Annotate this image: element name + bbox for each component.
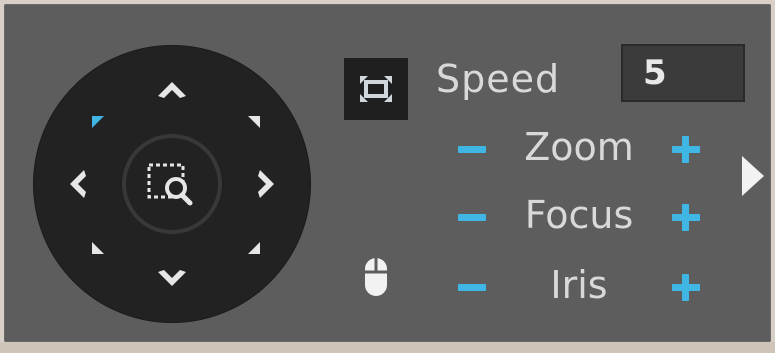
mouse-icon[interactable] <box>362 256 390 298</box>
iris-label: Iris <box>550 263 608 307</box>
zoom-region-icon <box>147 163 193 206</box>
arrow-left-icon <box>70 170 86 198</box>
iris-plus-button[interactable] <box>666 262 706 312</box>
ptz-joystick <box>34 46 310 322</box>
pan-up-left-button[interactable] <box>74 98 122 146</box>
pan-up-right-button[interactable] <box>230 98 278 146</box>
zoom-plus-button[interactable] <box>666 124 706 174</box>
fullscreen-button[interactable] <box>344 58 408 120</box>
pan-left-button[interactable] <box>54 160 102 208</box>
pan-up-button[interactable] <box>148 66 196 114</box>
background-strip <box>0 342 775 353</box>
chevron-right-icon[interactable] <box>738 152 768 200</box>
arrow-down-right-icon <box>248 242 260 254</box>
zoom-label: Zoom <box>524 125 634 169</box>
focus-label: Focus <box>524 193 634 237</box>
arrow-down-left-icon <box>92 242 104 254</box>
arrow-up-icon <box>158 82 186 98</box>
speed-input[interactable]: 5 <box>621 44 745 102</box>
arrow-up-left-icon <box>92 116 104 128</box>
arrow-right-icon <box>258 170 274 198</box>
speed-label: Speed <box>436 57 561 101</box>
focus-control: Focus <box>444 192 714 242</box>
zoom-control: Zoom <box>444 124 714 174</box>
ptz-control-panel: Speed 5 Zoom Focus Iris <box>4 4 771 342</box>
focus-plus-button[interactable] <box>666 192 706 242</box>
pan-down-button[interactable] <box>148 254 196 302</box>
iris-control: Iris <box>444 262 714 312</box>
pan-down-right-button[interactable] <box>230 224 278 272</box>
pan-down-left-button[interactable] <box>74 224 122 272</box>
arrow-up-right-icon <box>248 116 260 128</box>
zoom-region-button[interactable] <box>122 134 222 234</box>
fullscreen-icon <box>360 76 392 102</box>
pan-right-button[interactable] <box>242 160 290 208</box>
arrow-down-icon <box>158 270 186 286</box>
